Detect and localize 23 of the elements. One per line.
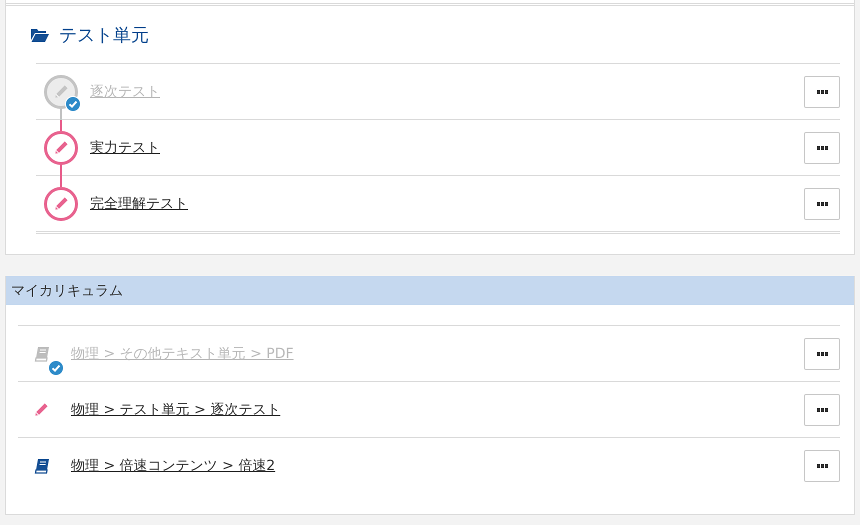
ellipsis-icon <box>816 464 828 468</box>
more-button[interactable] <box>804 338 840 370</box>
unit-title: テスト単元 <box>59 24 149 46</box>
test-link[interactable]: 完全理解テスト <box>90 194 188 212</box>
curriculum-link[interactable]: 物理 > テスト単元 > 逐次テスト <box>71 400 280 418</box>
pencil-icon <box>54 140 68 155</box>
pencil-icon <box>54 84 68 99</box>
pencil-icon <box>54 196 68 211</box>
curriculum-link[interactable]: 物理 > 倍速コンテンツ > 倍速2 <box>71 456 276 474</box>
more-button[interactable] <box>804 76 840 108</box>
ellipsis-icon <box>816 202 828 206</box>
test-link[interactable]: 実力テスト <box>90 138 160 156</box>
ellipsis-icon <box>816 146 828 150</box>
ellipsis-icon <box>816 352 828 356</box>
folder-open-icon <box>31 28 49 42</box>
pencil-icon <box>34 402 49 417</box>
more-button[interactable] <box>804 394 840 426</box>
curriculum-title: マイカリキュラム <box>11 282 123 300</box>
more-button[interactable] <box>804 450 840 482</box>
ellipsis-icon <box>816 90 828 94</box>
more-button[interactable] <box>804 188 840 220</box>
ellipsis-icon <box>816 408 828 412</box>
more-button[interactable] <box>804 132 840 164</box>
